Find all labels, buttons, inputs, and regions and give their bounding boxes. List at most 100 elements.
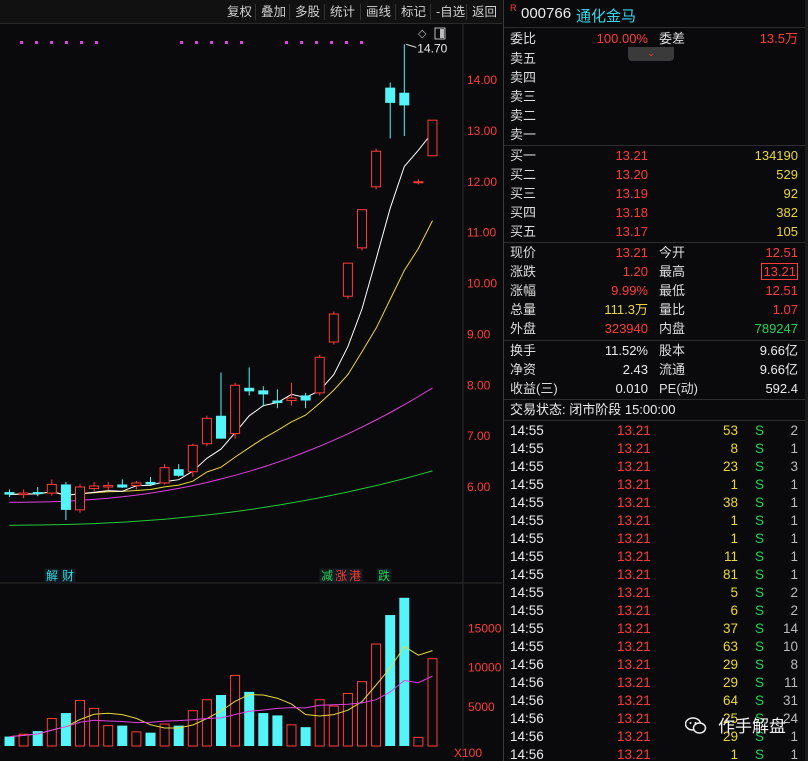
tick-row[interactable]: 14:55 13.21 8 S 1	[504, 440, 806, 458]
volume-bar[interactable]	[258, 713, 269, 746]
volume-bar[interactable]	[427, 658, 438, 747]
volume-bar[interactable]	[244, 691, 255, 746]
candle-body[interactable]	[413, 181, 424, 184]
event-tag-label[interactable]: 涨	[335, 568, 347, 583]
volume-bar[interactable]	[413, 736, 424, 747]
volume-bar[interactable]	[385, 615, 396, 746]
candle-body[interactable]	[399, 92, 410, 106]
volume-bar[interactable]	[173, 725, 184, 746]
candle-body[interactable]	[89, 485, 100, 490]
tick-row[interactable]: 14:55 13.21 6 S 2	[504, 602, 806, 620]
volume-bar[interactable]	[187, 710, 198, 747]
candle-body[interactable]	[131, 482, 142, 486]
tick-row[interactable]: 14:56 13.21 29 S 8	[504, 656, 806, 674]
buy-level[interactable]: 买五 13.17 105	[504, 223, 806, 241]
tick-row[interactable]: 14:55 13.21 53 S 2	[504, 422, 806, 440]
candle-body[interactable]	[46, 483, 57, 494]
candle-body[interactable]	[342, 262, 353, 297]
buy-level[interactable]: 买一 13.21 134190	[504, 147, 806, 165]
toolbar-button[interactable]: 统计	[330, 3, 355, 21]
volume-bar[interactable]	[4, 736, 15, 746]
candle-body[interactable]	[60, 484, 71, 510]
sell-level[interactable]: 卖四	[504, 69, 806, 87]
candle-body[interactable]	[244, 387, 255, 392]
event-tag-label[interactable]: 跌	[378, 568, 390, 583]
sell-level[interactable]: 卖一	[504, 126, 806, 144]
volume-bar[interactable]	[399, 597, 410, 746]
sell-level[interactable]: 卖五	[504, 50, 806, 68]
volume-bar[interactable]	[328, 705, 339, 747]
candle-body[interactable]	[357, 209, 367, 249]
candle-body[interactable]	[371, 150, 382, 188]
candle-body[interactable]	[32, 492, 43, 495]
event-tag-label[interactable]: 港	[349, 569, 361, 583]
volume-bar[interactable]	[46, 718, 57, 747]
tick-row[interactable]: 14:55 13.21 5 S 2	[504, 584, 806, 602]
tick-row[interactable]: 14:56 13.21 64 S 31	[504, 692, 806, 710]
volume-bar[interactable]	[357, 681, 367, 747]
candle-body[interactable]	[173, 469, 184, 476]
toolbar-button[interactable]: 叠加	[261, 3, 286, 21]
volume-bar[interactable]	[314, 699, 325, 747]
tick-row[interactable]: 14:55 13.21 81 S 1	[504, 566, 806, 584]
kline-chart-area[interactable]: ◇ 14.00 13.00 12.00 11.00 10.00 9.00 8.00 7.00 6.…	[0, 0, 502, 761]
tick-row[interactable]: 14:56 13.21 29 S 11	[504, 674, 806, 692]
candle-body[interactable]	[300, 395, 311, 401]
sell-level[interactable]: 卖三	[504, 88, 806, 106]
candle-body[interactable]	[385, 87, 396, 103]
event-tag-label[interactable]: 解	[46, 569, 58, 583]
volume-bar[interactable]	[216, 695, 226, 746]
volume-bar[interactable]	[60, 713, 71, 746]
candle-body[interactable]	[117, 484, 128, 488]
candle-body[interactable]	[4, 492, 15, 495]
diamond-icon[interactable]: ◇	[418, 28, 427, 40]
event-tag-label[interactable]: 财	[62, 569, 74, 583]
toolbar-button[interactable]: 返回	[472, 3, 497, 21]
tick-row[interactable]: 14:55 13.21 1 S 1	[504, 476, 806, 494]
candle-body[interactable]	[314, 356, 325, 394]
buy-level[interactable]: 买二 13.20 529	[504, 166, 806, 184]
tick-row[interactable]: 14:55 13.21 37 S 14	[504, 620, 806, 638]
tick-row[interactable]: 14:55 13.21 1 S 1	[504, 512, 806, 530]
volume-bar[interactable]	[371, 643, 382, 747]
candle-body[interactable]	[272, 400, 283, 404]
tick-row[interactable]: 14:55 13.21 63 S 10	[504, 638, 806, 656]
volume-bar[interactable]	[230, 674, 241, 747]
candle-body[interactable]	[187, 444, 198, 473]
candle-body[interactable]	[75, 486, 85, 511]
event-tag-label[interactable]: 减	[321, 569, 333, 583]
tick-row[interactable]: 14:55 13.21 1 S 1	[504, 530, 806, 548]
tick-row[interactable]: 14:55 13.21 11 S 1	[504, 548, 806, 566]
toolbar-button[interactable]: 复权	[227, 3, 252, 21]
volume-bar[interactable]	[201, 699, 212, 747]
toolbar-button[interactable]: 标记	[401, 3, 426, 21]
volume-bar[interactable]	[103, 725, 114, 747]
volume-bar[interactable]	[117, 725, 128, 746]
candle-body[interactable]	[328, 313, 339, 343]
candle-body[interactable]	[230, 384, 241, 435]
volume-bar[interactable]	[300, 727, 311, 746]
kline-chart[interactable]: ◇ 14.00 13.00 12.00 11.00 10.00 9.00 8.00 7.00 6.…	[0, 0, 502, 761]
stock-name[interactable]: 通化金马	[576, 5, 636, 26]
volume-bar[interactable]	[286, 724, 297, 747]
candle-body[interactable]	[201, 417, 212, 445]
buy-level[interactable]: 买三 13.19 92	[504, 185, 806, 203]
candle-body[interactable]	[159, 467, 170, 484]
tick-row[interactable]: 14:55 13.21 23 S 3	[504, 458, 806, 476]
tick-row[interactable]: 14:56 13.21 1 S 1	[504, 746, 806, 761]
candle-body[interactable]	[18, 492, 29, 496]
toolbar-button[interactable]: 多股	[295, 3, 320, 21]
candle-body[interactable]	[216, 415, 226, 439]
volume-bar[interactable]	[131, 731, 142, 747]
candle-body[interactable]	[145, 481, 156, 485]
sell-level[interactable]: 卖二	[504, 107, 806, 125]
buy-level[interactable]: 买四 13.18 382	[504, 204, 806, 222]
candle-body[interactable]	[427, 119, 438, 157]
candle-body[interactable]	[286, 397, 297, 402]
toolbar-button[interactable]: 画线	[366, 3, 391, 21]
volume-bar[interactable]	[272, 715, 283, 746]
volume-bar[interactable]	[342, 692, 353, 747]
candle-body[interactable]	[258, 390, 269, 395]
tick-row[interactable]: 14:55 13.21 38 S 1	[504, 494, 806, 512]
candle-body[interactable]	[103, 484, 114, 488]
